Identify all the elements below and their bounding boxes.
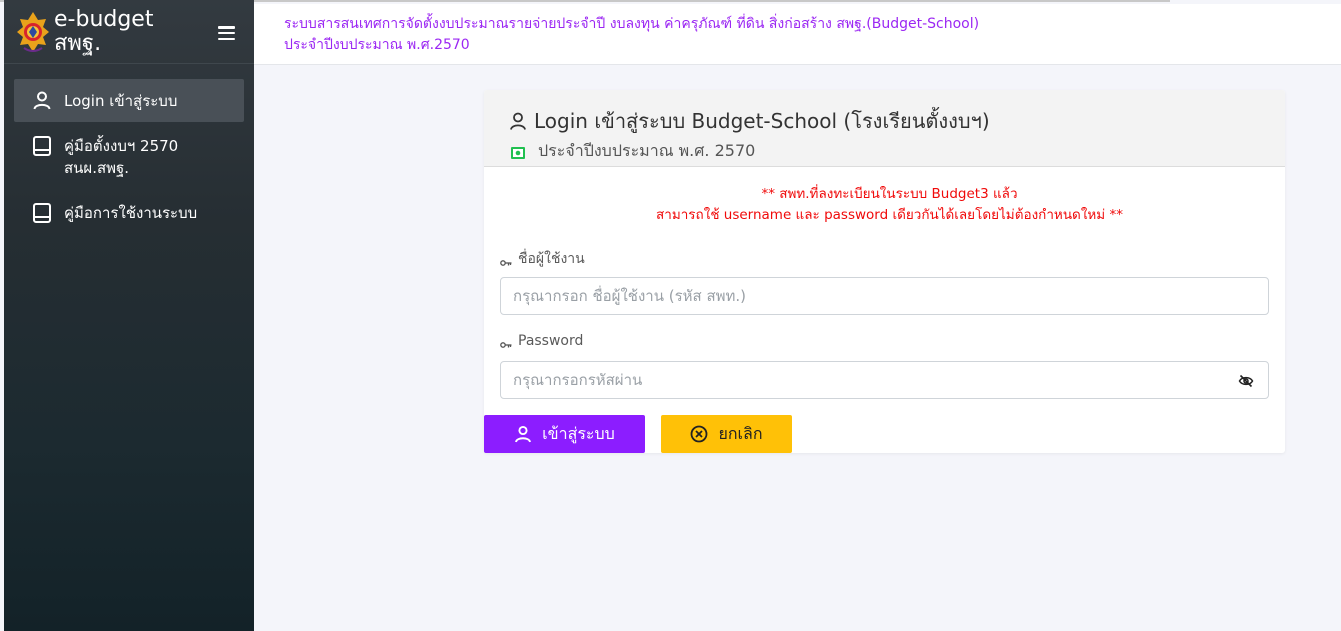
password-label-text: Password	[518, 333, 584, 349]
key-icon	[500, 337, 512, 348]
warning-line: สามารถใช้ username และ password เดียวกัน…	[656, 207, 1123, 223]
user-icon	[32, 90, 52, 110]
login-card-title-text: Login เข้าสู่ระบบ Budget-School (โรงเรีย…	[534, 109, 990, 133]
sidebar-menu: Login เข้าสู่ระบบ คู่มือตั้งงบฯ 2570 สนผ…	[4, 64, 254, 234]
system-title: ระบบสารสนเทศการจัดตั้งงบประมาณรายจ่ายประ…	[284, 14, 979, 56]
warning-line: ** สพท.ที่ลงทะเบียนในระบบ Budget3 แล้ว	[761, 186, 1018, 202]
login-card-subtitle-text: ประจำปีงบประมาณ พ.ศ. 2570	[538, 141, 756, 160]
login-card-title: Login เข้าสู่ระบบ Budget-School (โรงเรีย…	[508, 105, 1285, 137]
username-input[interactable]	[500, 277, 1269, 315]
money-icon	[510, 145, 526, 159]
sidebar-item-user-manual[interactable]: คู่มือการใช้งานระบบ	[14, 191, 244, 234]
system-title-line: ระบบสารสนเทศการจัดตั้งงบประมาณรายจ่ายประ…	[284, 16, 980, 32]
password-label: Password	[500, 333, 583, 349]
username-label: ชื่อผู้ใช้งาน	[500, 248, 585, 270]
school-emblem-icon	[16, 10, 50, 54]
fiscal-year-line: ประจำปีงบประมาณ พ.ศ.2570	[284, 37, 470, 53]
eye-slash-icon[interactable]	[1238, 373, 1254, 388]
user-icon	[514, 425, 532, 443]
close-circle-icon	[690, 425, 708, 443]
login-card-header: Login เข้าสู่ระบบ Budget-School (โรงเรีย…	[484, 90, 1285, 167]
top-header: ระบบสารสนเทศการจัดตั้งงบประมาณรายจ่ายประ…	[254, 4, 1341, 65]
sidebar-item-budget-manual[interactable]: คู่มือตั้งงบฯ 2570 สนผ.สพฐ.	[14, 124, 244, 189]
cancel-button-label: ยกเลิก	[718, 423, 763, 443]
sidebar-item-label: คู่มือตั้งงบฯ 2570 สนผ.สพฐ.	[64, 137, 179, 177]
login-button-label: เข้าสู่ระบบ	[542, 423, 615, 443]
sidebar-item-login[interactable]: Login เข้าสู่ระบบ	[14, 79, 244, 122]
user-icon	[508, 111, 528, 131]
username-label-text: ชื่อผู้ใช้งาน	[518, 251, 585, 267]
warning-message: ** สพท.ที่ลงทะเบียนในระบบ Budget3 แล้ว ส…	[484, 184, 1285, 226]
menu-toggle-icon[interactable]	[218, 26, 235, 40]
sidebar-item-label: Login เข้าสู่ระบบ	[64, 92, 178, 110]
login-card: Login เข้าสู่ระบบ Budget-School (โรงเรีย…	[484, 90, 1285, 453]
sidebar-item-label: คู่มือการใช้งานระบบ	[64, 204, 198, 222]
book-icon	[32, 202, 52, 223]
password-input[interactable]	[500, 361, 1269, 399]
brand-title: e-budget สพฐ.	[54, 6, 154, 56]
book-icon	[32, 135, 52, 156]
sidebar-brand[interactable]: e-budget สพฐ.	[4, 0, 254, 64]
login-button[interactable]: เข้าสู่ระบบ	[484, 415, 645, 453]
key-icon	[500, 255, 512, 266]
login-card-subtitle: ประจำปีงบประมาณ พ.ศ. 2570	[508, 139, 1285, 164]
sidebar: e-budget สพฐ. Login เข้าสู่ระบบ คู่มือตั…	[4, 0, 254, 631]
cancel-button[interactable]: ยกเลิก	[661, 415, 792, 453]
